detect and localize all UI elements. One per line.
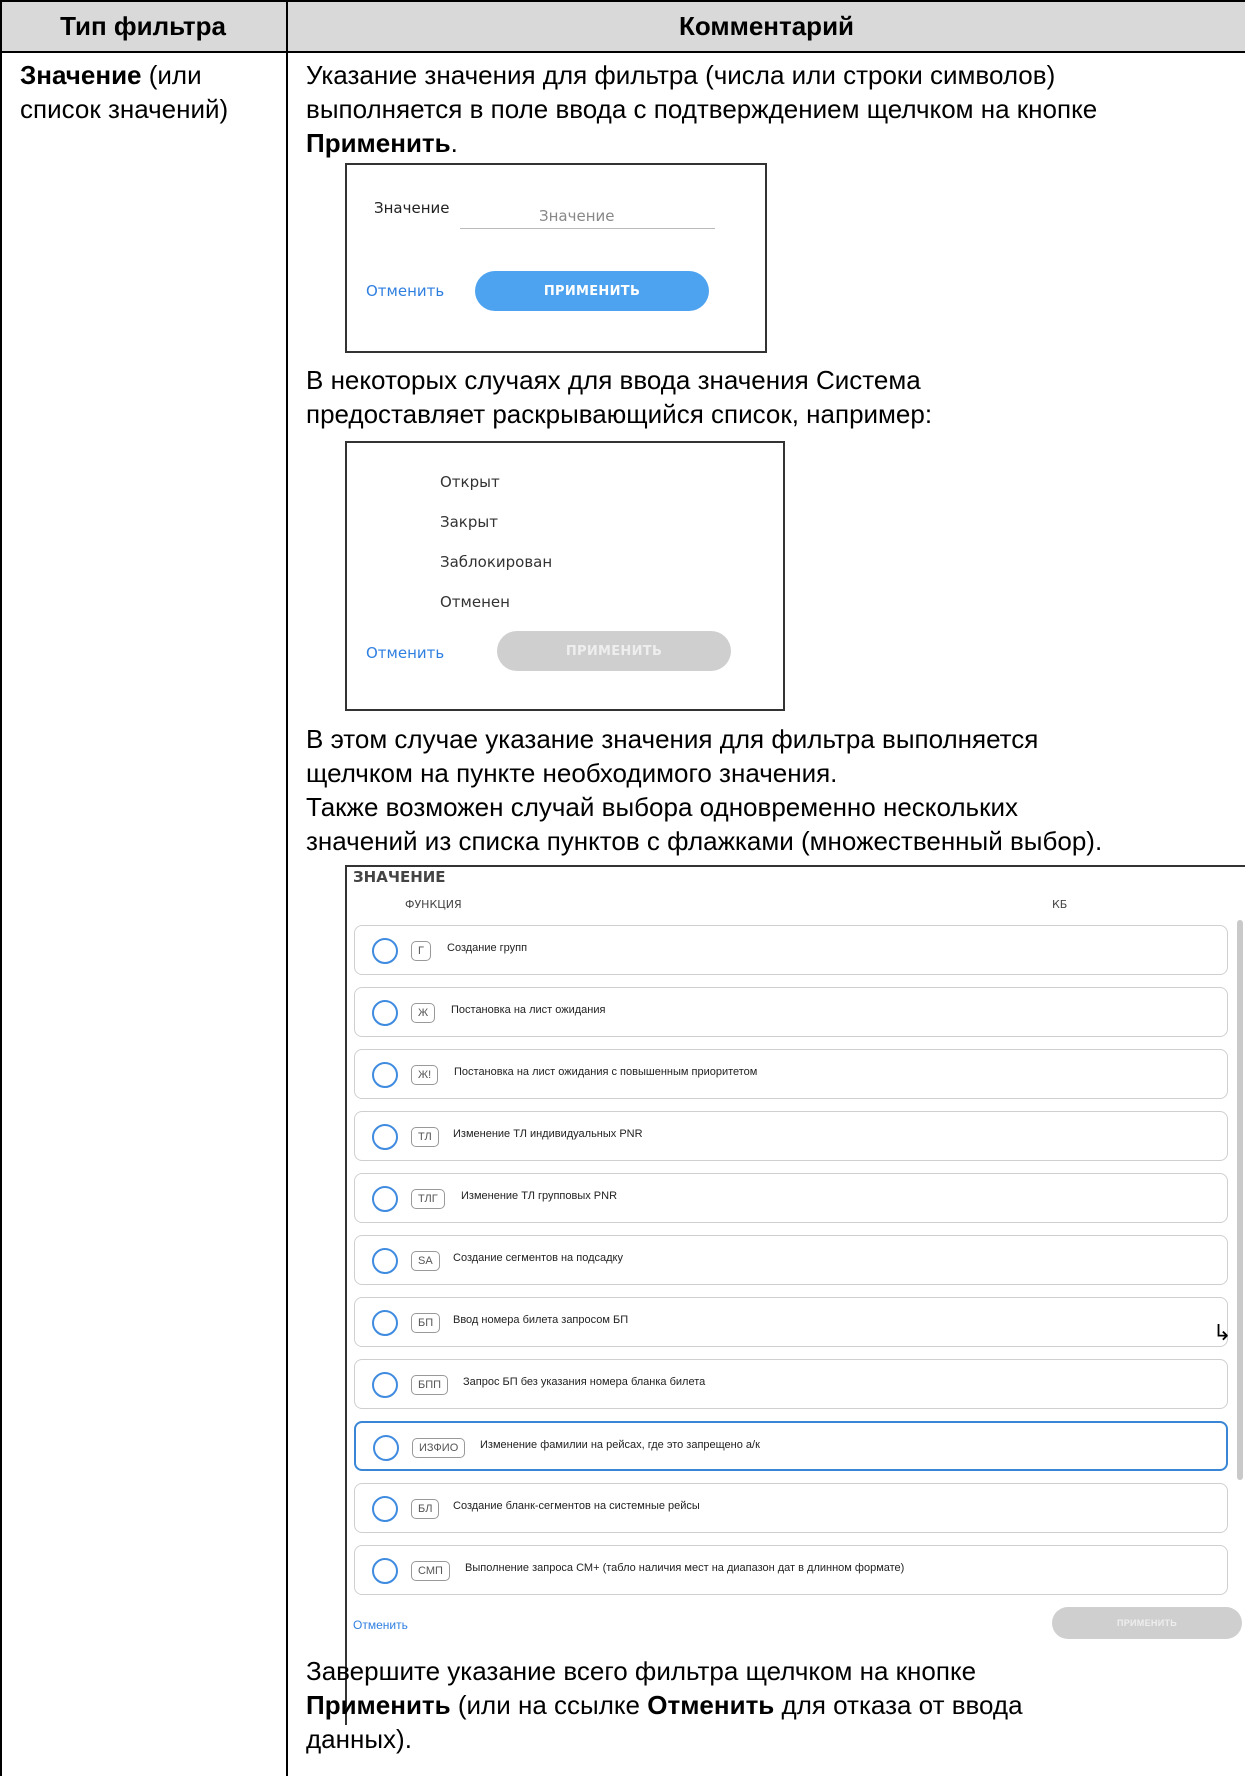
function-code-badge: СМП — [411, 1561, 450, 1581]
function-code-badge: Ж — [411, 1003, 436, 1023]
cancel-link[interactable]: Отменить — [366, 644, 444, 662]
apply-button-disabled[interactable]: ПРИМЕНИТЬ — [497, 631, 731, 671]
para3-line3: Также возможен случай выбора одновременн… — [306, 792, 1018, 822]
cancel-link[interactable]: Отменить — [366, 282, 444, 300]
function-code-badge: ТЛГ — [411, 1189, 445, 1209]
list-item[interactable]: Ж Постановка на лист ожидания — [354, 987, 1228, 1037]
function-code-badge: БПП — [411, 1375, 449, 1395]
list-item-hovered[interactable]: ИЗФИО Изменение фамилии на рейсах, где э… — [354, 1421, 1228, 1471]
header-col-comment-label: Комментарий — [678, 10, 855, 41]
radio-icon[interactable] — [372, 1000, 398, 1026]
function-code-badge: Ж! — [411, 1065, 439, 1085]
function-code-badge: ТЛ — [411, 1127, 439, 1147]
apply-button-disabled[interactable]: ПРИМЕНИТЬ — [1052, 1607, 1242, 1639]
radio-icon[interactable] — [372, 1310, 398, 1336]
value-input-underline — [460, 228, 715, 229]
radio-icon[interactable] — [372, 938, 398, 964]
multi-select-title: ЗНАЧЕНИЕ — [353, 868, 446, 886]
para4-mid: (или на ссылке — [450, 1690, 648, 1720]
function-label: Ввод номера билета запросом БП — [453, 1314, 629, 1326]
list-item[interactable]: БЛ Создание бланк-сегментов на системные… — [354, 1483, 1228, 1533]
para4-end: для отказа от ввода — [774, 1690, 1023, 1720]
dropdown-list-dialog: Открыт Закрыт Заблокирован Отменен Отмен… — [345, 441, 785, 711]
list-item[interactable]: ТЛ Изменение ТЛ индивидуальных PNR — [354, 1111, 1228, 1161]
cancel-link[interactable]: Отменить — [353, 1618, 408, 1632]
function-code-badge: Г — [411, 941, 431, 961]
para1-period: . — [450, 128, 458, 158]
document-page: Тип фильтра Комментарий Значение (или сп… — [0, 0, 1245, 1776]
option-closed[interactable]: Закрыт — [440, 513, 498, 531]
filter-type-line1: Значение (или — [20, 58, 202, 92]
list-item[interactable]: Ж! Постановка на лист ожидания с повышен… — [354, 1049, 1228, 1099]
radio-icon[interactable] — [373, 1435, 399, 1461]
para4-line1: Завершите указание всего фильтра щелчком… — [306, 1656, 977, 1686]
value-input-dialog: Значение Значение Отменить ПРИМЕНИТЬ — [345, 163, 767, 353]
para2-line1: В некоторых случаях для ввода значения С… — [306, 365, 921, 395]
function-label: Выполнение запроса СМ+ (табло наличия ме… — [465, 1562, 905, 1574]
header-col-filter-type-label: Тип фильтра — [60, 10, 226, 41]
para1-apply-bold: Применить — [306, 128, 451, 158]
para4-line3: данных). — [306, 1724, 412, 1754]
radio-icon[interactable] — [372, 1372, 398, 1398]
list-item[interactable]: БПП Запрос БП без указания номера бланка… — [354, 1359, 1228, 1409]
radio-icon[interactable] — [372, 1558, 398, 1584]
table-border-left — [0, 0, 2, 1776]
column-function: ФУНКЦИЯ — [405, 898, 462, 911]
list-item[interactable]: Г Создание групп — [354, 925, 1228, 975]
header-col-comment: Комментарий — [288, 0, 1245, 52]
table-column-divider — [286, 0, 288, 1776]
radio-icon[interactable] — [372, 1186, 398, 1212]
value-input[interactable]: Значение — [539, 207, 615, 225]
para2-line2: предоставляет раскрывающийся список, нап… — [306, 399, 933, 429]
radio-icon[interactable] — [372, 1496, 398, 1522]
filter-type-rest: (или — [141, 60, 202, 90]
para3-line1: В этом случае указание значения для филь… — [306, 724, 1039, 754]
para4-apply-bold: Применить — [306, 1690, 451, 1720]
mouse-cursor-icon: ↳ — [1213, 1320, 1232, 1345]
function-code-badge: БЛ — [411, 1499, 440, 1519]
scrollbar[interactable] — [1237, 920, 1243, 1480]
table-border-header-bottom — [0, 51, 1245, 53]
function-code-badge: БП — [411, 1313, 441, 1333]
function-label: Создание бланк-сегментов на системные ре… — [453, 1500, 700, 1512]
list-item[interactable]: ТЛГ Изменение ТЛ групповых PNR — [354, 1173, 1228, 1223]
function-label: Запрос БП без указания номера бланка бил… — [463, 1376, 706, 1388]
function-label: Постановка на лист ожидания с повышенным… — [454, 1066, 758, 1078]
value-label: Значение — [374, 199, 450, 217]
para4-line2: Применить (или на ссылке Отменить для от… — [306, 1688, 1023, 1722]
apply-button[interactable]: ПРИМЕНИТЬ — [475, 271, 709, 311]
para3-line2: щелчком на пункте необходимого значения. — [306, 758, 838, 788]
option-blocked[interactable]: Заблокирован — [440, 553, 552, 571]
list-item[interactable]: СМП Выполнение запроса СМ+ (табло наличи… — [354, 1545, 1228, 1595]
table-border-top — [0, 0, 1245, 2]
para3-line4: значений из списка пунктов с флажками (м… — [306, 826, 1103, 856]
header-col-filter-type: Тип фильтра — [0, 0, 286, 52]
para1-line1: Указание значения для фильтра (числа или… — [306, 60, 1056, 90]
function-label: Изменение ТЛ индивидуальных PNR — [453, 1128, 643, 1140]
list-item[interactable]: SA Создание сегментов на подсадку — [354, 1235, 1228, 1285]
filter-type-line2: список значений) — [20, 94, 229, 124]
function-label: Изменение ТЛ групповых PNR — [461, 1190, 618, 1202]
radio-icon[interactable] — [372, 1124, 398, 1150]
para1-line2: выполняется в поле ввода с подтверждение… — [306, 94, 1098, 124]
option-open[interactable]: Открыт — [440, 473, 500, 491]
function-label: Создание групп — [447, 942, 528, 954]
function-label: Постановка на лист ожидания — [451, 1004, 606, 1016]
function-code-badge: ИЗФИО — [412, 1438, 466, 1458]
para4-cancel-bold: Отменить — [647, 1690, 775, 1720]
filter-type-bold: Значение — [20, 60, 142, 90]
para1-line3: Применить. — [306, 126, 458, 160]
function-label: Изменение фамилии на рейсах, где это зап… — [480, 1439, 760, 1451]
radio-icon[interactable] — [372, 1248, 398, 1274]
option-cancelled[interactable]: Отменен — [440, 593, 510, 611]
list-item[interactable]: БП Ввод номера билета запросом БП — [354, 1297, 1228, 1347]
radio-icon[interactable] — [372, 1062, 398, 1088]
column-kb: КБ — [1052, 898, 1068, 911]
function-label: Создание сегментов на подсадку — [453, 1252, 623, 1264]
function-code-badge: SA — [411, 1251, 440, 1271]
